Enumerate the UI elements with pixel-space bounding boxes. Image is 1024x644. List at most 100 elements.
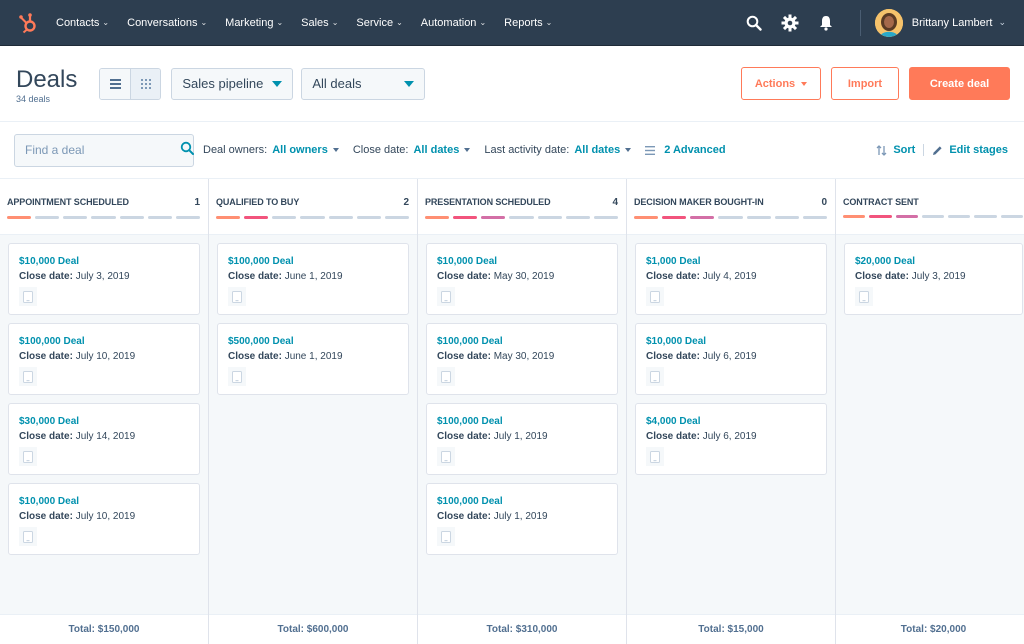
deals-view-select[interactable]: All deals	[301, 67, 426, 100]
deal-document-icon	[646, 367, 664, 386]
board-actions: Sort Edit stages	[876, 144, 1008, 156]
stage-title: PRESENTATION SCHEDULED	[425, 197, 551, 207]
stage-header[interactable]: DECISION MAKER BOUGHT-IN 0	[627, 179, 835, 235]
deal-name-link[interactable]: $10,000 Deal	[19, 496, 189, 507]
deal-card[interactable]: $30,000 Deal Close date: July 14, 2019	[8, 403, 200, 475]
close-date-label: Close date:	[855, 271, 909, 282]
nav-reports[interactable]: Reports ⌄	[504, 17, 552, 29]
create-deal-button[interactable]: Create deal	[909, 67, 1010, 100]
deal-name-link[interactable]: $10,000 Deal	[19, 256, 189, 267]
deal-card[interactable]: $10,000 Deal Close date: July 3, 2019	[8, 243, 200, 315]
nav-automation[interactable]: Automation ⌄	[421, 17, 486, 29]
deal-card[interactable]: $100,000 Deal Close date: June 1, 2019	[217, 243, 409, 315]
advanced-filters-button[interactable]: 2 Advanced	[645, 144, 726, 156]
deal-name-link[interactable]: $30,000 Deal	[19, 416, 189, 427]
stage-progress-segment	[690, 216, 715, 219]
stage-cards: $10,000 Deal Close date: July 3, 2019 $1…	[0, 235, 208, 644]
close-date-value: July 1, 2019	[493, 511, 548, 522]
avatar[interactable]	[874, 8, 903, 37]
nav-marketing[interactable]: Marketing ⌄	[225, 17, 283, 29]
stage-progress-segment	[7, 216, 32, 219]
deal-document-icon	[19, 527, 37, 546]
stage-cards: $10,000 Deal Close date: May 30, 2019 $1…	[418, 235, 626, 644]
deal-card[interactable]: $1,000 Deal Close date: July 4, 2019	[635, 243, 827, 315]
sort-label: Sort	[893, 144, 916, 156]
deal-card[interactable]: $10,000 Deal Close date: July 10, 2019	[8, 483, 200, 555]
deal-card[interactable]: $100,000 Deal Close date: July 1, 2019	[426, 483, 618, 555]
deal-name-link[interactable]: $100,000 Deal	[228, 256, 398, 267]
deal-card[interactable]: $10,000 Deal Close date: July 6, 2019	[635, 323, 827, 395]
deal-name-link[interactable]: $500,000 Deal	[228, 336, 398, 347]
pipeline-select[interactable]: Sales pipeline	[171, 67, 294, 100]
sort-button[interactable]: Sort	[876, 144, 915, 156]
deal-name-link[interactable]: $100,000 Deal	[19, 336, 189, 347]
stage-progress-segment	[63, 216, 88, 219]
deal-card[interactable]: $100,000 Deal Close date: July 1, 2019	[426, 403, 618, 475]
deal-name-link[interactable]: $100,000 Deal	[437, 496, 607, 507]
stage-header[interactable]: APPOINTMENT SCHEDULED 1	[0, 179, 208, 235]
deal-name-link[interactable]: $100,000 Deal	[437, 416, 607, 427]
stage-progress-segment	[119, 216, 144, 219]
stage-progress-segment	[509, 216, 534, 219]
nav-contacts[interactable]: Contacts ⌄	[56, 17, 109, 29]
divider	[923, 144, 925, 156]
stage-header[interactable]: QUALIFIED TO BUY 2	[209, 179, 417, 235]
search-field[interactable]	[14, 133, 194, 167]
deal-name-link[interactable]: $4,000 Deal	[646, 416, 816, 427]
stage-progress-segment	[869, 215, 892, 218]
deal-name-link[interactable]: $10,000 Deal	[437, 256, 607, 267]
deal-owners-dropdown[interactable]: All owners	[272, 144, 328, 156]
search-icon[interactable]	[180, 141, 194, 160]
deal-card[interactable]: $100,000 Deal Close date: May 30, 2019	[426, 323, 618, 395]
nav-label: Marketing	[225, 16, 274, 29]
pencil-icon	[933, 145, 942, 155]
caret-down-icon[interactable]	[625, 148, 632, 152]
actions-label: Actions	[754, 77, 796, 90]
deal-card[interactable]: $10,000 Deal Close date: May 30, 2019	[426, 243, 618, 315]
deal-name-link[interactable]: $100,000 Deal	[437, 336, 607, 347]
stage-header[interactable]: CONTRACT SENT	[836, 179, 1024, 235]
sort-icon	[876, 144, 887, 156]
nav-service[interactable]: Service ⌄	[356, 17, 402, 29]
import-button[interactable]: Import	[831, 67, 899, 100]
stage-total: Total: $150,000	[0, 614, 208, 644]
pipeline-select-value: Sales pipeline	[182, 76, 264, 91]
stage-progress-segment	[384, 216, 409, 219]
nav-sales[interactable]: Sales ⌄	[301, 17, 338, 29]
deal-name-link[interactable]: $10,000 Deal	[646, 336, 816, 347]
close-date-label: Close date:	[646, 431, 700, 442]
deal-card[interactable]: $20,000 Deal Close date: July 3, 2019	[844, 243, 1023, 315]
user-name[interactable]: Brittany Lambert	[912, 17, 993, 29]
close-date-dropdown[interactable]: All dates	[413, 144, 459, 156]
nav-conversations[interactable]: Conversations ⌄	[127, 17, 207, 29]
search-input[interactable]	[25, 143, 180, 157]
chevron-down-icon[interactable]: ⌄	[998, 17, 1006, 28]
caret-down-icon[interactable]	[464, 148, 471, 152]
stage-header[interactable]: PRESENTATION SCHEDULED 4	[418, 179, 626, 235]
actions-button[interactable]: Actions	[741, 67, 821, 100]
last-activity-dropdown[interactable]: All dates	[574, 144, 620, 156]
filter-label: Last activity date:	[484, 144, 570, 156]
nav-label: Reports	[504, 16, 543, 29]
edit-stages-button[interactable]: Edit stages	[932, 144, 1008, 156]
deal-document-icon	[19, 447, 37, 466]
stage-progress-segment	[300, 216, 325, 219]
caret-down-icon[interactable]	[332, 148, 339, 152]
stage-progress-segment	[328, 216, 353, 219]
gear-icon[interactable]	[780, 13, 800, 33]
hubspot-sprocket-icon[interactable]	[16, 11, 40, 35]
board-view-icon[interactable]	[130, 68, 161, 99]
stage-total: Total: $15,000	[627, 614, 835, 644]
search-icon[interactable]	[744, 13, 764, 33]
deal-name-link[interactable]: $20,000 Deal	[855, 256, 1012, 267]
bell-icon[interactable]	[816, 13, 836, 33]
deal-card[interactable]: $500,000 Deal Close date: June 1, 2019	[217, 323, 409, 395]
stage-progress-segment	[216, 216, 241, 219]
stage-progress	[425, 216, 618, 219]
deal-card[interactable]: $4,000 Deal Close date: July 6, 2019	[635, 403, 827, 475]
deal-name-link[interactable]: $1,000 Deal	[646, 256, 816, 267]
deal-card[interactable]: $100,000 Deal Close date: July 10, 2019	[8, 323, 200, 395]
close-date-label: Close date:	[228, 271, 282, 282]
list-view-icon[interactable]	[100, 68, 131, 99]
close-date-label: Close date:	[646, 271, 700, 282]
